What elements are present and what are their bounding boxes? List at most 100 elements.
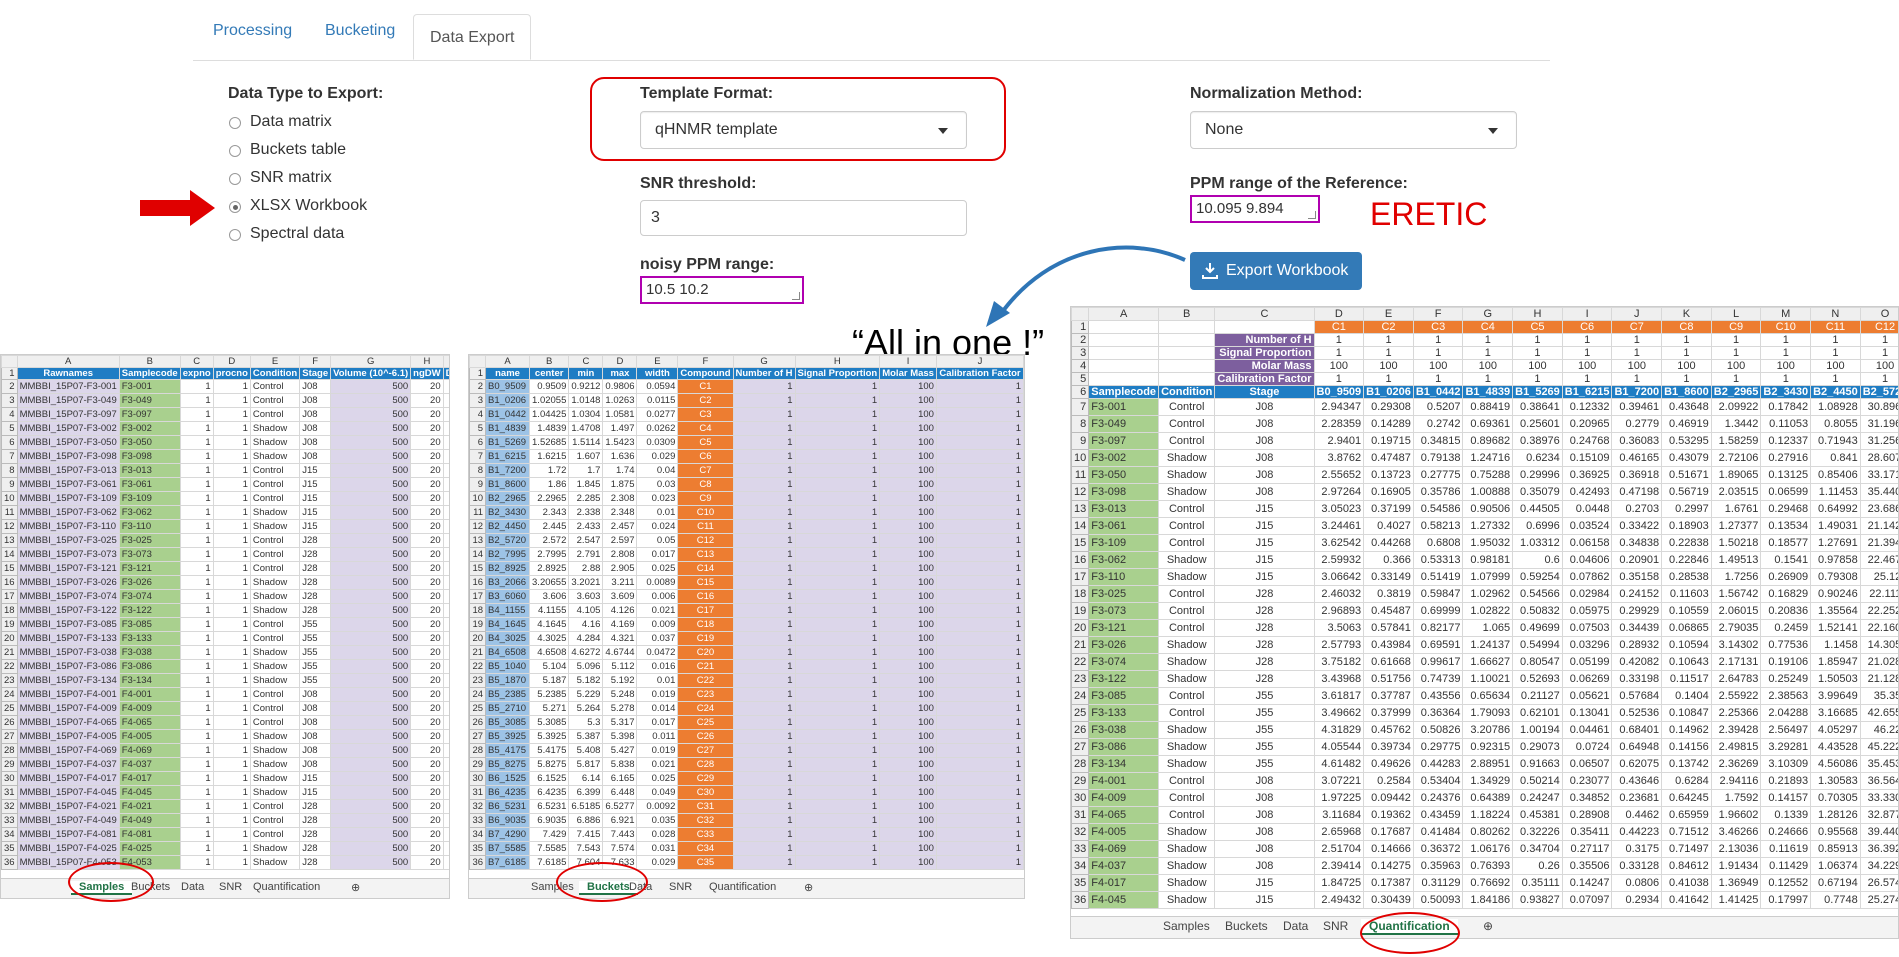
snr-input[interactable]: 3 [640,200,967,236]
table-cell: 3.20786 [1462,721,1514,739]
row-number: 15 [1071,534,1090,552]
add-sheet-icon[interactable]: ⊕ [804,881,813,894]
template-select[interactable]: qHNMR template [640,111,967,149]
table-cell: 1 [179,463,214,478]
table-cell: 1.27691 [1810,534,1861,552]
table-cell: 1 [935,407,1024,422]
table-cell: 1 [442,379,449,394]
radio-snr-matrix[interactable] [229,173,241,185]
tab-bucketing[interactable]: Bucketing [325,22,395,40]
table-cell: 1.0581 [602,407,638,422]
normalization-select[interactable]: None [1190,111,1517,149]
row-number: 32 [469,799,487,814]
table-cell: J55 [1214,687,1315,705]
row-number: 32 [1,799,18,814]
table-cell: C1 [677,379,734,394]
table-cell: 500 [330,799,412,814]
table-cell: 0.13534 [1760,517,1812,535]
table-row: 29 F4-001 Control J08 3.07221 0.2584 0.53404 1.… [1071,772,1898,790]
table-cell: B6_4235 [485,785,531,800]
resize-handle-icon[interactable] [1308,211,1316,219]
template-label: Template Format: [640,85,774,102]
table-cell: 1 [179,533,214,548]
row-number: 35 [469,841,487,856]
sheet-tab-snr[interactable]: SNR [669,881,692,893]
row-number: 16 [469,575,487,590]
table-cell: 1 [179,421,214,436]
sheet-tab-snr[interactable]: SNR [1323,919,1348,933]
table-cell: Shadow [249,785,301,800]
table-cell: 0.37787 [1363,687,1414,705]
table-cell: 0.05 [636,533,679,548]
table-cell: MMBBI_15P07-F4-037 [16,757,120,772]
row-number: 24 [469,687,487,702]
table-cell: 35.351 [1859,687,1898,705]
table-cell: 0.04461 [1561,721,1613,739]
table-cell: 0.50093 [1412,891,1464,909]
table-cell: 21.1284 [1859,670,1898,688]
sheet-tab-buckets[interactable]: Buckets [1225,919,1268,933]
table-row: 15 MMBBI_15P07-F3-121 F3-121 1 1 Control J28 50… [1,561,449,576]
table-cell: 1 [794,715,881,730]
sheet-tab-quantification[interactable]: Quantification [709,881,776,893]
table-cell: F4-017 [118,771,181,786]
table-cell: F4-021 [118,799,181,814]
table-cell: 100 [1661,359,1712,373]
compound-cell: C4 [1462,320,1514,334]
radio-spectral-data[interactable] [229,229,241,241]
header-cell: width [636,367,679,380]
table-cell: 1.30583 [1810,772,1861,790]
table-cell: C23 [677,687,734,702]
radio-xlsx-workbook[interactable] [229,201,241,213]
sheet-tab-data[interactable]: Data [1283,919,1308,933]
table-cell: B2_3430 [485,505,531,520]
table-cell: 4.284 [568,631,604,646]
sheet-tab-quantification[interactable]: Quantification [253,881,320,893]
tab-processing[interactable]: Processing [213,22,292,40]
noisy-ppm-input[interactable]: 10.5 10.2 [640,276,804,304]
ppm-reference-input[interactable]: 10.095 9.894 [1190,195,1320,223]
table-row: 21 MMBBI_15P07-F3-038 F3-038 1 1 Shadow J55 500… [1,645,449,660]
table-cell: 0.57841 [1363,619,1414,637]
header-cell: Molar Mass [879,367,937,380]
table-cell: MMBBI_15P07-F4-081 [16,827,120,842]
table-cell: 0.2779 [1611,415,1663,433]
resize-handle-icon[interactable] [792,292,800,300]
table-row: 16 MMBBI_15P07-F3-026 F3-026 1 1 Shadow J28 500… [1,575,449,590]
table-cell: MMBBI_15P07-F3-062 [16,505,120,520]
table-cell: F3-086 [1088,738,1160,756]
table-cell: 0.36083 [1611,432,1663,450]
row-number: 12 [1071,483,1090,501]
export-workbook-button[interactable]: Export Workbook [1190,252,1363,290]
tab-underline [193,60,1550,61]
row-number: 28 [1071,755,1090,773]
table-cell: 500 [330,715,412,730]
tab-data-export[interactable]: Data Export [413,14,532,60]
table-row: 36 F4-045 Shadow J15 2.49432 0.30439 0.50093 1.… [1071,891,1898,909]
radio-data-matrix[interactable] [229,117,241,129]
sheet-tab-data[interactable]: Data [181,881,204,893]
eretic-annotation: ERETIC [1370,196,1488,232]
add-sheet-icon[interactable]: ⊕ [351,881,360,894]
table-cell: 1 [935,603,1024,618]
table-cell: 1 [1611,346,1663,360]
table-cell: Control [249,379,301,394]
compound-cell: C1 [1313,320,1365,334]
sheet-tab-samples[interactable]: Samples [1163,919,1210,933]
table-cell: 1 [794,743,881,758]
table-cell: 1.52685 [529,435,570,450]
table-cell: 0.29308 [1363,398,1414,416]
radio-buckets-table[interactable] [229,145,241,157]
sheet-tab-snr[interactable]: SNR [219,881,242,893]
add-sheet-icon[interactable]: ⊕ [1483,919,1493,933]
table-cell: 500 [330,561,412,576]
table-cell: 2.55652 [1313,466,1365,484]
column-letter: L [1710,307,1762,321]
table-cell: 20 [410,421,444,436]
table-cell: 100 [879,393,937,408]
table-cell: F3-001 [1088,398,1160,416]
table-cell: 0.05199 [1561,653,1613,671]
table-cell: 1 [1512,346,1563,360]
table-cell: 0.95568 [1810,823,1861,841]
table-cell: 1 [794,603,881,618]
